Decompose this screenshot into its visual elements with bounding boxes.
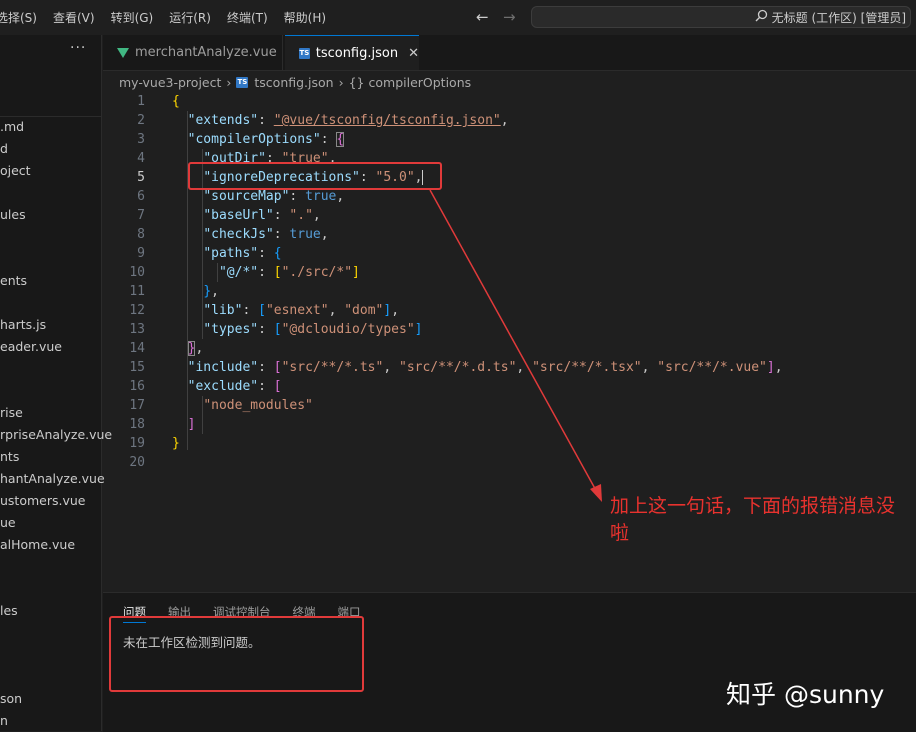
watermark: 知乎 @sunny <box>726 680 885 709</box>
annotation-arrow <box>429 189 602 502</box>
annotation-note: 加上这一句话，下面的报错消息没啦 <box>610 495 896 544</box>
